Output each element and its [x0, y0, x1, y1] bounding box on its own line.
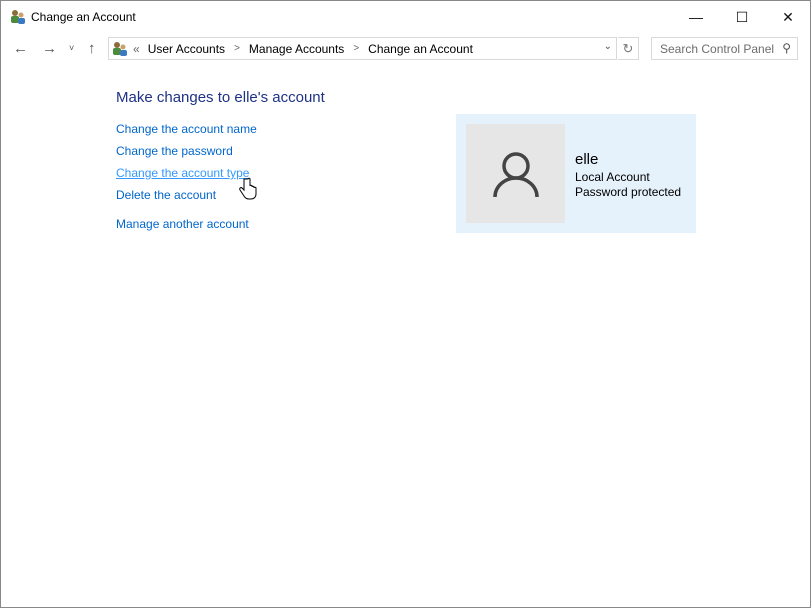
- refresh-icon: ↻: [622, 40, 634, 56]
- change-account-name-link[interactable]: Change the account name: [116, 122, 257, 136]
- navigation-bar: ← → ˅ ↑ « User Accounts > Manage Account…: [1, 37, 811, 61]
- minimize-button[interactable]: —: [673, 1, 719, 33]
- overflow-chevron[interactable]: «: [133, 42, 140, 56]
- title-bar: Change an Account — ☐ ✕: [1, 1, 811, 33]
- search-icon: ⚲: [782, 41, 791, 55]
- recent-locations-chevron-icon[interactable]: ˅: [69, 43, 74, 53]
- close-button[interactable]: ✕: [765, 1, 811, 33]
- breadcrumb-change-account[interactable]: Change an Account: [368, 42, 473, 56]
- account-type: Local Account: [575, 170, 650, 184]
- user-accounts-icon: [113, 42, 127, 56]
- breadcrumb-manage-accounts[interactable]: Manage Accounts: [249, 42, 344, 56]
- delete-account-link[interactable]: Delete the account: [116, 188, 216, 202]
- page-title: Make changes to elle's account: [116, 89, 325, 106]
- forward-arrow-icon[interactable]: →: [42, 40, 57, 57]
- breadcrumb-user-accounts[interactable]: User Accounts: [148, 42, 225, 56]
- user-accounts-icon: [11, 10, 25, 24]
- account-card: elle Local Account Password protected: [456, 114, 696, 233]
- refresh-button[interactable]: ↻: [618, 37, 639, 60]
- manage-another-account-link[interactable]: Manage another account: [116, 217, 249, 231]
- breadcrumb-separator-icon[interactable]: >: [353, 43, 359, 54]
- search-placeholder: Search Control Panel: [660, 41, 775, 56]
- window-title: Change an Account: [31, 10, 136, 24]
- user-icon: [493, 152, 539, 198]
- address-bar[interactable]: « User Accounts > Manage Accounts > Chan…: [108, 37, 617, 60]
- back-arrow-icon[interactable]: ←: [13, 40, 28, 57]
- account-name: elle: [575, 151, 599, 168]
- change-password-link[interactable]: Change the password: [116, 144, 233, 158]
- address-dropdown-chevron-icon[interactable]: ⌄: [604, 41, 612, 52]
- breadcrumb-separator-icon[interactable]: >: [234, 43, 240, 54]
- hand-cursor-icon: [239, 177, 257, 200]
- change-account-type-link[interactable]: Change the account type: [116, 166, 249, 180]
- maximize-button[interactable]: ☐: [719, 1, 765, 33]
- up-arrow-icon[interactable]: ↑: [88, 40, 96, 57]
- search-input[interactable]: Search Control Panel ⚲: [651, 37, 798, 60]
- account-status: Password protected: [575, 185, 682, 199]
- avatar: [466, 124, 565, 223]
